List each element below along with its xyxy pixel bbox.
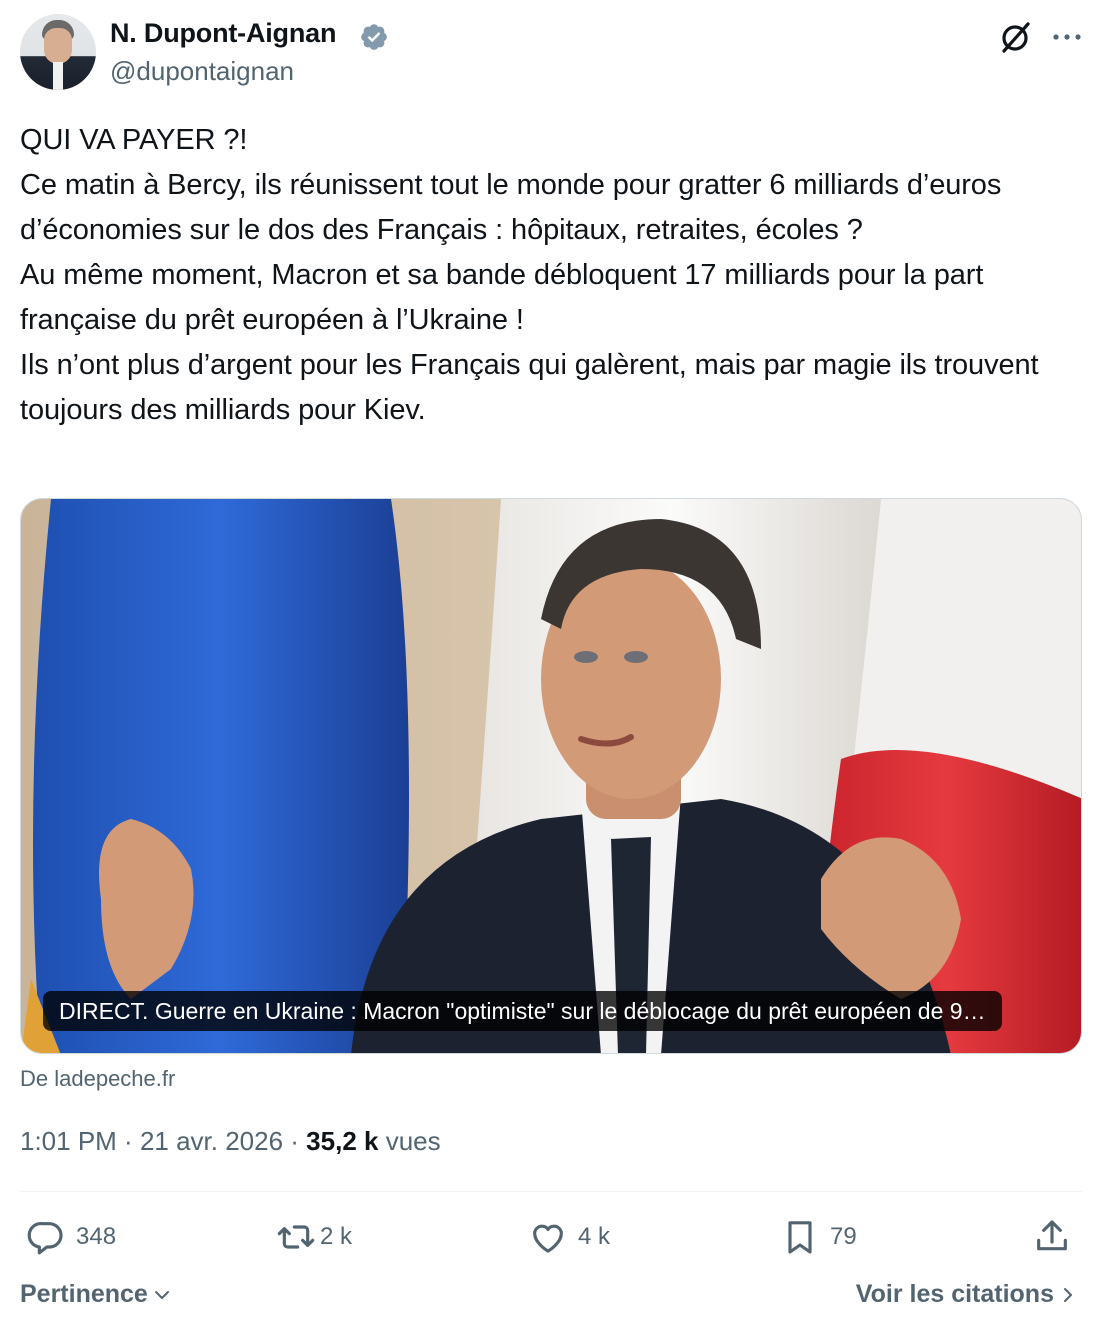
verified-badge-icon <box>361 24 387 50</box>
share-button[interactable] <box>1032 1212 1072 1262</box>
divider <box>20 1191 1082 1192</box>
author-handle[interactable]: @dupontaignan <box>110 56 294 87</box>
tweet-meta: 1:01 PM · 21 avr. 2026 · 35,2 k vues <box>20 1126 441 1157</box>
tweet-line: Ce matin à Bercy, ils réunissent tout le… <box>20 169 1002 246</box>
meta-separator: · <box>116 1126 140 1156</box>
chevron-right-icon <box>1064 1287 1072 1302</box>
meta-separator: · <box>283 1126 307 1156</box>
repost-count: 2 k <box>320 1223 353 1250</box>
reply-icon <box>27 1222 63 1255</box>
like-button[interactable]: 4 k <box>528 1212 610 1262</box>
grok-icon[interactable] <box>996 18 1034 56</box>
bookmark-button[interactable]: 79 <box>780 1212 857 1262</box>
author-display-name[interactable]: N. Dupont-Aignan <box>110 18 336 49</box>
card-source[interactable]: De ladepeche.fr <box>20 1066 175 1092</box>
more-options-icon[interactable] <box>1048 18 1086 56</box>
repost-icon <box>277 1225 315 1249</box>
tweet-line: Ils n’ont plus d’argent pour les Françai… <box>20 349 1039 426</box>
views-label: vues <box>378 1126 441 1156</box>
repost-button[interactable]: 2 k <box>276 1212 352 1262</box>
heart-icon <box>533 1224 563 1253</box>
tweet-date[interactable]: 21 avr. 2026 <box>140 1126 283 1156</box>
tweet-header: N. Dupont-Aignan @dupontaignan <box>20 14 1086 94</box>
chevron-down-icon <box>154 1290 169 1299</box>
card-caption: DIRECT. Guerre en Ukraine : Macron "opti… <box>43 991 1002 1031</box>
sort-dropdown[interactable]: Pertinence <box>20 1280 172 1309</box>
link-card[interactable]: DIRECT. Guerre en Ukraine : Macron "opti… <box>20 498 1082 1054</box>
tweet-time[interactable]: 1:01 PM <box>20 1126 117 1156</box>
avatar[interactable] <box>20 14 96 90</box>
tweet-text: QUI VA PAYER ?! Ce matin à Bercy, ils ré… <box>20 118 1086 433</box>
share-icon <box>1037 1220 1067 1251</box>
tweet-line: Au même moment, Macron et sa bande déblo… <box>20 259 984 336</box>
view-quotes-label: Voir les citations <box>855 1280 1054 1308</box>
card-image <box>21 499 1081 1053</box>
bookmark-icon <box>788 1221 812 1254</box>
sort-label: Pertinence <box>20 1280 148 1308</box>
bookmark-count: 79 <box>830 1223 857 1250</box>
reply-count: 348 <box>76 1223 117 1250</box>
like-count: 4 k <box>578 1223 611 1250</box>
tweet-line: QUI VA PAYER ?! <box>20 124 248 156</box>
reply-button[interactable]: 348 <box>26 1212 116 1262</box>
view-quotes-link[interactable]: Voir les citations <box>856 1280 1078 1309</box>
views-count: 35,2 k <box>306 1126 379 1156</box>
